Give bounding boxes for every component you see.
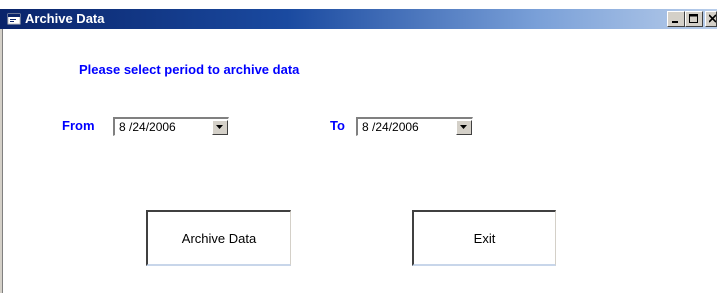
from-date-value[interactable]: 8 /24/2006 (115, 120, 212, 134)
to-date-dropdown-button[interactable] (456, 119, 472, 135)
to-date-picker[interactable]: 8 /24/2006 (356, 117, 473, 136)
chevron-down-icon (216, 124, 223, 129)
window-left-border (0, 29, 3, 293)
chevron-down-icon (460, 124, 467, 129)
exit-button[interactable]: Exit (412, 210, 556, 266)
to-label: To (330, 118, 345, 133)
maximize-icon (689, 14, 698, 23)
instruction-text: Please select period to archive data (79, 62, 300, 77)
minimize-icon (672, 21, 678, 23)
window-controls (667, 11, 717, 27)
to-date-value[interactable]: 8 /24/2006 (358, 120, 456, 134)
close-button[interactable] (705, 11, 717, 27)
window-title: Archive Data (25, 11, 105, 26)
window-app-icon[interactable] (7, 12, 21, 26)
from-label: From (62, 118, 95, 133)
title-bar[interactable]: Archive Data (0, 9, 717, 29)
archive-data-button[interactable]: Archive Data (146, 210, 291, 266)
from-date-dropdown-button[interactable] (212, 119, 228, 135)
minimize-button[interactable] (667, 11, 685, 27)
archive-data-window: Archive Data Please select period to arc… (0, 0, 717, 293)
maximize-button[interactable] (685, 11, 703, 27)
from-date-picker[interactable]: 8 /24/2006 (113, 117, 229, 136)
close-icon (709, 14, 716, 23)
